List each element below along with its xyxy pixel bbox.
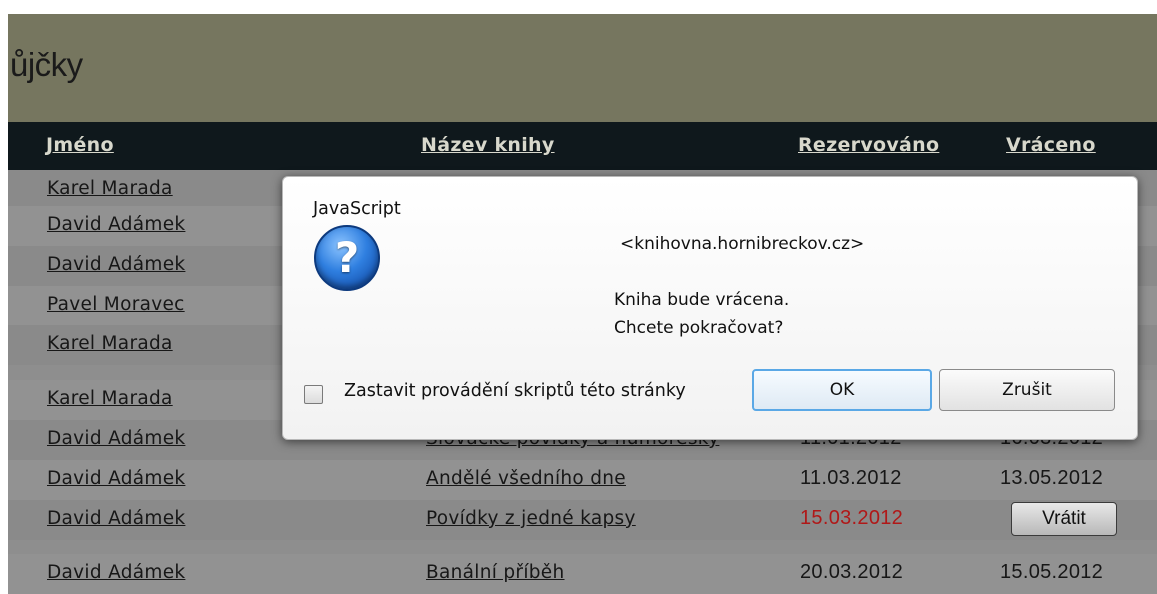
- page-header: ůjčky: [8, 14, 1157, 122]
- borrower-name-link[interactable]: David Adámek: [47, 562, 185, 583]
- dialog-title: JavaScript: [313, 199, 401, 219]
- column-header-returned[interactable]: Vráceno: [1006, 134, 1096, 156]
- book-title-link[interactable]: Andělé všedního dne: [426, 468, 626, 489]
- column-header-name[interactable]: Jméno: [46, 134, 114, 156]
- reserved-date: 20.03.2012: [800, 561, 904, 583]
- page: ůjčky Jméno Název knihy Rezervováno Vrác…: [0, 0, 1157, 594]
- stop-scripts-label[interactable]: Zastavit provádění skriptů této stránky: [344, 381, 686, 401]
- borrower-name-link[interactable]: David Adámek: [47, 508, 185, 529]
- cancel-button[interactable]: Zrušit: [939, 369, 1115, 411]
- dialog-message-line2: Chcete pokračovat?: [614, 318, 784, 338]
- borrower-name-link[interactable]: David Adámek: [47, 468, 185, 489]
- stop-scripts-checkbox[interactable]: [304, 385, 323, 404]
- table-row: David Adámek Banální příběh 20.03.2012 1…: [8, 554, 1157, 594]
- table-row: David Adámek Povídky z jedné kapsy 15.03…: [8, 500, 1157, 540]
- reserved-date-overdue: 15.03.2012: [800, 507, 904, 529]
- borrower-name-link[interactable]: David Adámek: [47, 214, 185, 235]
- table-row: David Adámek Andělé všedního dne 11.03.2…: [8, 460, 1157, 500]
- column-header-book-title[interactable]: Název knihy: [421, 134, 555, 156]
- column-header-reserved[interactable]: Rezervováno: [798, 134, 939, 156]
- borrower-name-link[interactable]: Karel Marada: [47, 388, 173, 409]
- returned-date: 15.05.2012: [1000, 561, 1104, 583]
- borrower-name-link[interactable]: David Adámek: [47, 254, 185, 275]
- book-title-link[interactable]: Povídky z jedné kapsy: [426, 508, 636, 529]
- javascript-confirm-dialog: JavaScript ? <knihovna.hornibreckov.cz> …: [282, 176, 1138, 440]
- dialog-origin: <knihovna.hornibreckov.cz>: [620, 234, 865, 254]
- borrower-name-link[interactable]: Karel Marada: [47, 333, 173, 354]
- book-title-link[interactable]: Banální příběh: [426, 562, 565, 583]
- returned-date: 13.05.2012: [1000, 467, 1104, 489]
- table-header: Jméno Název knihy Rezervováno Vráceno: [8, 122, 1157, 170]
- borrower-name-link[interactable]: Karel Marada: [47, 178, 173, 199]
- dialog-message-line1: Kniha bude vrácena.: [614, 290, 790, 310]
- question-icon: ?: [314, 225, 380, 291]
- page-title: ůjčky: [10, 46, 83, 83]
- reserved-date: 11.03.2012: [800, 467, 902, 489]
- borrower-name-link[interactable]: Pavel Moravec: [47, 294, 185, 315]
- return-book-button[interactable]: Vrátit: [1011, 502, 1117, 536]
- borrower-name-link[interactable]: David Adámek: [47, 428, 185, 449]
- ok-button[interactable]: OK: [752, 369, 932, 411]
